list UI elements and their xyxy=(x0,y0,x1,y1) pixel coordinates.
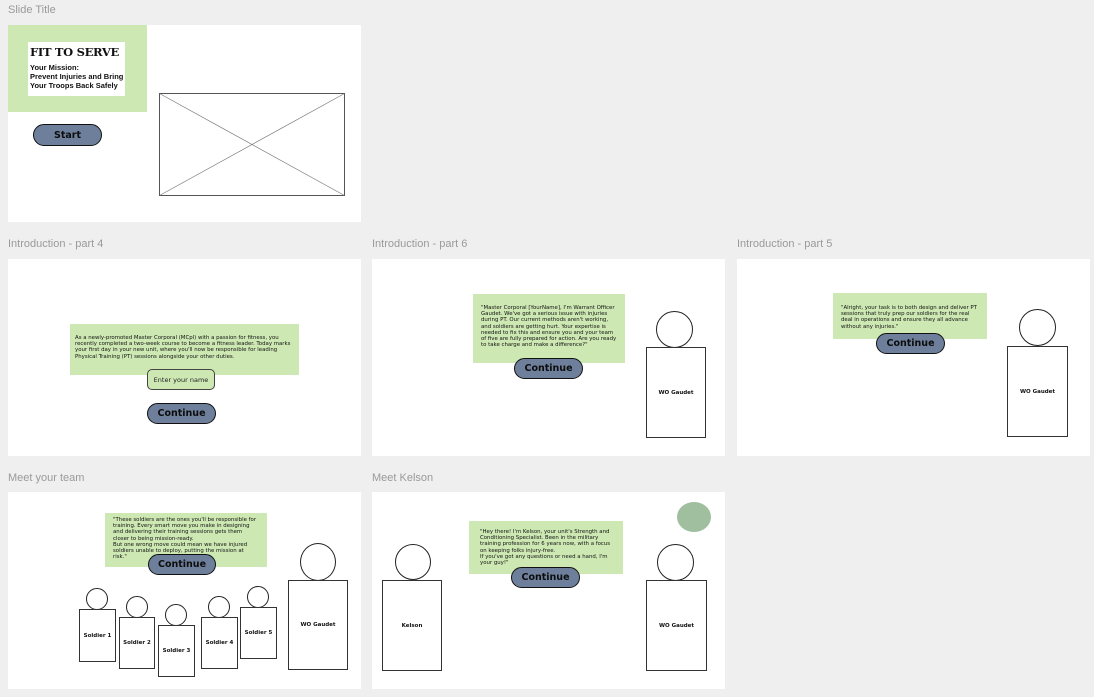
image-placeholder xyxy=(159,93,345,196)
narration-dialog: As a newly-promoted Master Corporal (MCp… xyxy=(70,324,299,375)
mission-line-3: Your Troops Back Safely xyxy=(30,81,118,90)
continue-button[interactable]: Continue xyxy=(148,554,216,575)
frame-slide-title[interactable]: FIT TO SERVE Your Mission: Prevent Injur… xyxy=(8,25,361,222)
soldier-1-head xyxy=(86,588,108,610)
soldier-2-head xyxy=(126,596,148,618)
soldier-1-body: Soldier 1 xyxy=(79,609,116,662)
wo-gaudet-body: WO Gaudet xyxy=(646,580,707,671)
continue-button[interactable]: Continue xyxy=(511,567,580,588)
game-title: FIT TO SERVE xyxy=(30,45,119,59)
frame-label-meet-kelson: Meet Kelson xyxy=(372,472,434,484)
wo-gaudet-body: WO Gaudet xyxy=(288,580,348,670)
frame-intro-5[interactable]: "Alright, your task is to both design an… xyxy=(737,259,1090,456)
mission-line-2: Prevent Injuries and Bring xyxy=(30,72,124,81)
frame-label-intro-6: Introduction - part 6 xyxy=(372,238,468,250)
name-input[interactable]: Enter your name xyxy=(147,369,215,390)
title-card: FIT TO SERVE Your Mission: Prevent Injur… xyxy=(28,42,125,96)
soldier-5-head xyxy=(247,586,269,608)
kelson-head xyxy=(395,544,431,580)
frame-meet-kelson[interactable]: "Hey there! I'm Kelson, your unit's Stre… xyxy=(372,492,725,689)
start-button[interactable]: Start xyxy=(33,124,102,146)
name-input-placeholder: Enter your name xyxy=(153,375,209,384)
frame-label-intro-4: Introduction - part 4 xyxy=(8,238,104,250)
frame-intro-6[interactable]: "Master Corporal [YourName], I'm Warrant… xyxy=(372,259,725,456)
frame-label-slide-title: Slide Title xyxy=(8,4,56,16)
continue-button[interactable]: Continue xyxy=(147,403,216,424)
kelson-body: Kelson xyxy=(382,580,442,671)
soldier-4-head xyxy=(208,596,230,618)
frame-label-intro-5: Introduction - part 5 xyxy=(737,238,833,250)
wo-gaudet-head xyxy=(657,544,694,581)
mission-line-1: Your Mission: xyxy=(30,63,80,72)
soldier-2-body: Soldier 2 xyxy=(119,617,155,669)
status-badge xyxy=(677,502,711,532)
soldier-3-head xyxy=(165,604,187,626)
frame-label-meet-team: Meet your team xyxy=(8,472,85,484)
wo-gaudet-dialog: "Master Corporal [YourName], I'm Warrant… xyxy=(473,294,625,363)
wo-gaudet-head xyxy=(656,311,693,348)
soldier-5-body: Soldier 5 xyxy=(240,607,277,659)
continue-button[interactable]: Continue xyxy=(514,358,583,379)
wo-gaudet-body: WO Gaudet xyxy=(1007,346,1068,437)
soldier-3-body: Soldier 3 xyxy=(158,625,195,677)
wo-gaudet-head xyxy=(300,543,336,581)
wo-gaudet-head xyxy=(1019,309,1056,346)
wo-gaudet-body: WO Gaudet xyxy=(646,347,706,438)
frame-meet-team[interactable]: "These soldiers are the ones you'll be r… xyxy=(8,492,361,689)
soldier-4-body: Soldier 4 xyxy=(201,617,238,669)
continue-button[interactable]: Continue xyxy=(876,333,945,354)
frame-intro-4[interactable]: As a newly-promoted Master Corporal (MCp… xyxy=(8,259,361,456)
